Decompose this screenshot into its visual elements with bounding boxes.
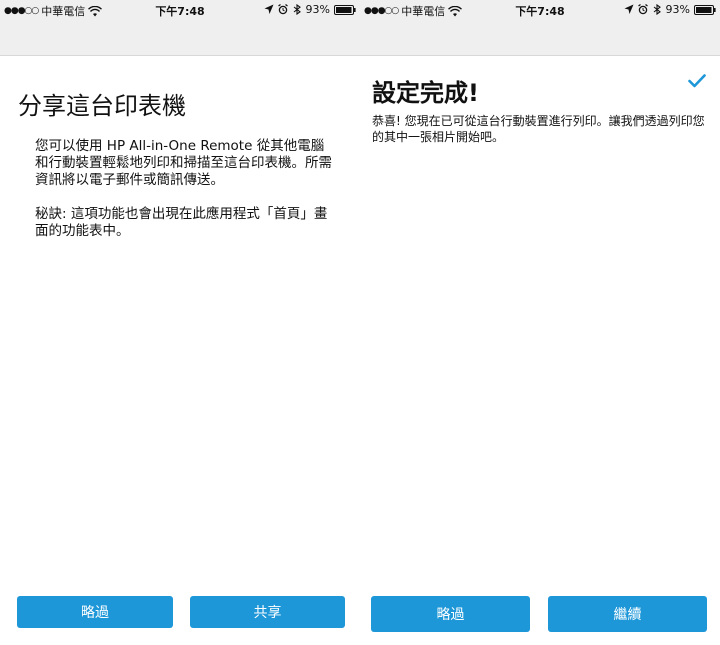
share-description: 您可以使用 HP All-in-One Remote 從其他電腦和行動裝置輕鬆地… xyxy=(35,138,335,257)
share-printer-screen: ●●●○○ 中華電信 下午7:48 93% 分享這台印表機 您可以使用 HP A… xyxy=(0,0,360,645)
setup-complete-screen: ●●●○○ 中華電信 下午7:48 93% 設定完成! 恭喜! 您現在已可從這台… xyxy=(360,0,720,645)
status-bar-right: 93% xyxy=(624,3,716,16)
page-title: 分享這台印表機 xyxy=(18,92,186,120)
nav-bar xyxy=(360,20,720,56)
status-bar-right: 93% xyxy=(264,3,356,16)
battery-percent: 93% xyxy=(305,3,330,16)
skip-button[interactable]: 略過 xyxy=(17,596,173,628)
battery-icon xyxy=(334,4,356,15)
skip-button[interactable]: 略過 xyxy=(371,596,530,632)
checkmark-icon xyxy=(688,74,706,88)
battery-icon xyxy=(694,4,716,15)
bluetooth-icon xyxy=(293,4,301,15)
location-arrow-icon xyxy=(264,4,274,14)
app-stage: ●●●○○ 中華電信 下午7:48 93% 分享這台印表機 您可以使用 HP A… xyxy=(0,0,720,645)
status-bar: ●●●○○ 中華電信 下午7:48 93% xyxy=(360,0,720,20)
alarm-icon xyxy=(277,4,288,15)
tip-paragraph: 秘訣: 這項功能也會出現在此應用程式「首頁」畫面的功能表中。 xyxy=(35,206,328,239)
location-arrow-icon xyxy=(624,4,634,14)
alarm-icon xyxy=(637,4,648,15)
description-paragraph: 您可以使用 HP All-in-One Remote 從其他電腦和行動裝置輕鬆地… xyxy=(35,138,332,188)
status-bar: ●●●○○ 中華電信 下午7:48 93% xyxy=(0,0,360,20)
continue-button[interactable]: 繼續 xyxy=(548,596,707,632)
battery-percent: 93% xyxy=(665,3,690,16)
share-button[interactable]: 共享 xyxy=(190,596,345,628)
nav-bar xyxy=(0,20,360,56)
page-title: 設定完成! xyxy=(372,79,479,107)
setup-complete-message: 恭喜! 您現在已可從這台行動裝置進行列印。讓我們透過列印您的其中一張相片開始吧。 xyxy=(372,114,705,144)
bluetooth-icon xyxy=(653,4,661,15)
